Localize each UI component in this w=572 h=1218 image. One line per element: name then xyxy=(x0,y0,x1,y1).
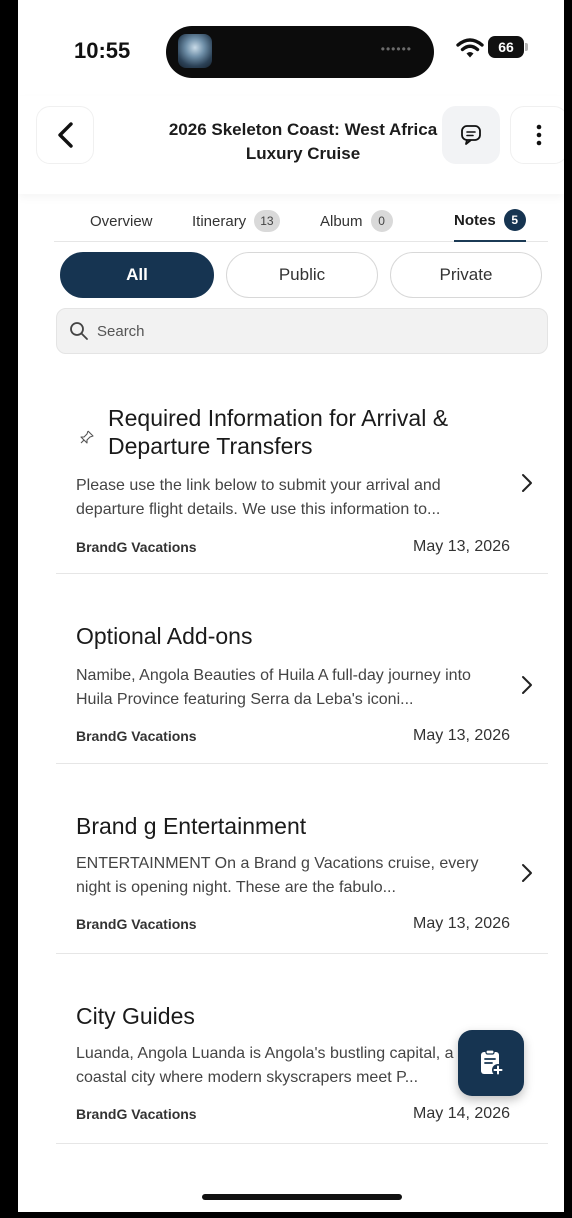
note-preview: Luanda, Angola Luanda is Angola's bustli… xyxy=(76,1045,454,1086)
note-title: City Guides xyxy=(76,1003,195,1029)
chevron-right-icon xyxy=(522,474,532,492)
filter-all-button[interactable]: All xyxy=(60,252,214,298)
tab-overview[interactable]: Overview xyxy=(90,200,153,242)
search-bar xyxy=(56,308,548,354)
note-preview: Namibe, Angola Beauties of Huila A full-… xyxy=(76,667,471,708)
tab-count-badge: 0 xyxy=(370,210,393,232)
dynamic-island: •••••• xyxy=(166,26,434,78)
chevron-right-icon xyxy=(522,676,532,694)
home-indicator[interactable] xyxy=(202,1194,402,1200)
note-date: May 14, 2026 xyxy=(413,1105,510,1122)
add-note-button[interactable] xyxy=(458,1030,524,1096)
tab-album[interactable]: Album 0 xyxy=(320,200,393,242)
status-bar: 10:55 •••••• 66 xyxy=(18,0,564,96)
search-icon xyxy=(70,322,88,340)
battery-indicator: 66 xyxy=(488,36,524,58)
note-title: Required Information for Arrival & Depar… xyxy=(108,405,449,459)
note-author: BrandG Vacations xyxy=(76,1106,197,1122)
status-time: 10:55 xyxy=(74,38,131,63)
note-author: BrandG Vacations xyxy=(76,728,197,744)
note-date: May 13, 2026 xyxy=(413,538,510,555)
wifi-icon xyxy=(456,38,484,58)
more-vertical-icon xyxy=(536,124,542,146)
tab-label: Itinerary xyxy=(192,212,247,230)
chevron-left-icon xyxy=(58,122,73,148)
tab-label: Notes xyxy=(454,211,496,229)
tab-bar: Overview Itinerary 13 Album 0 Notes 5 xyxy=(54,200,548,242)
tab-label: Album xyxy=(320,212,363,230)
chevron-right-icon xyxy=(522,864,532,882)
note-date: May 13, 2026 xyxy=(413,727,510,744)
tab-itinerary[interactable]: Itinerary 13 xyxy=(192,200,280,242)
note-card-entertainment[interactable]: Brand g Entertainment ENTERTAINMENT On a… xyxy=(56,764,548,954)
filter-public-button[interactable]: Public xyxy=(226,252,378,298)
tab-label: Overview xyxy=(90,212,153,230)
note-card-optional-addons[interactable]: Optional Add-ons Namibe, Angola Beauties… xyxy=(56,574,548,764)
note-preview: ENTERTAINMENT On a Brand g Vacations cru… xyxy=(76,855,479,896)
chat-icon xyxy=(461,125,481,145)
chat-button[interactable] xyxy=(442,106,500,164)
pin-icon xyxy=(80,430,94,444)
island-dots: •••••• xyxy=(380,42,412,56)
note-date: May 13, 2026 xyxy=(413,915,510,932)
note-preview: Please use the link below to submit your… xyxy=(76,477,441,518)
search-input[interactable] xyxy=(97,322,517,340)
nav-header: 2026 Skeleton Coast: West Africa Luxury … xyxy=(18,96,564,194)
tab-count-badge: 13 xyxy=(254,210,280,232)
tab-notes[interactable]: Notes 5 xyxy=(454,200,526,242)
more-options-button[interactable] xyxy=(510,106,564,164)
add-note-icon xyxy=(481,1049,504,1076)
filter-private-button[interactable]: Private xyxy=(390,252,542,298)
tab-count-badge: 5 xyxy=(503,209,526,231)
page-title: 2026 Skeleton Coast: West Africa Luxury … xyxy=(168,120,438,163)
battery-nub xyxy=(525,43,528,51)
note-card-arrival-transfers[interactable]: Required Information for Arrival & Depar… xyxy=(56,380,548,574)
note-author: BrandG Vacations xyxy=(76,539,197,555)
phone-screen: 10:55 •••••• 66 2026 Skeleton Coast: Wes… xyxy=(18,0,564,1212)
note-title: Brand g Entertainment xyxy=(76,813,307,839)
back-button[interactable] xyxy=(36,106,94,164)
note-title: Optional Add-ons xyxy=(76,623,253,649)
note-author: BrandG Vacations xyxy=(76,916,197,932)
now-playing-thumbnail xyxy=(178,34,212,68)
